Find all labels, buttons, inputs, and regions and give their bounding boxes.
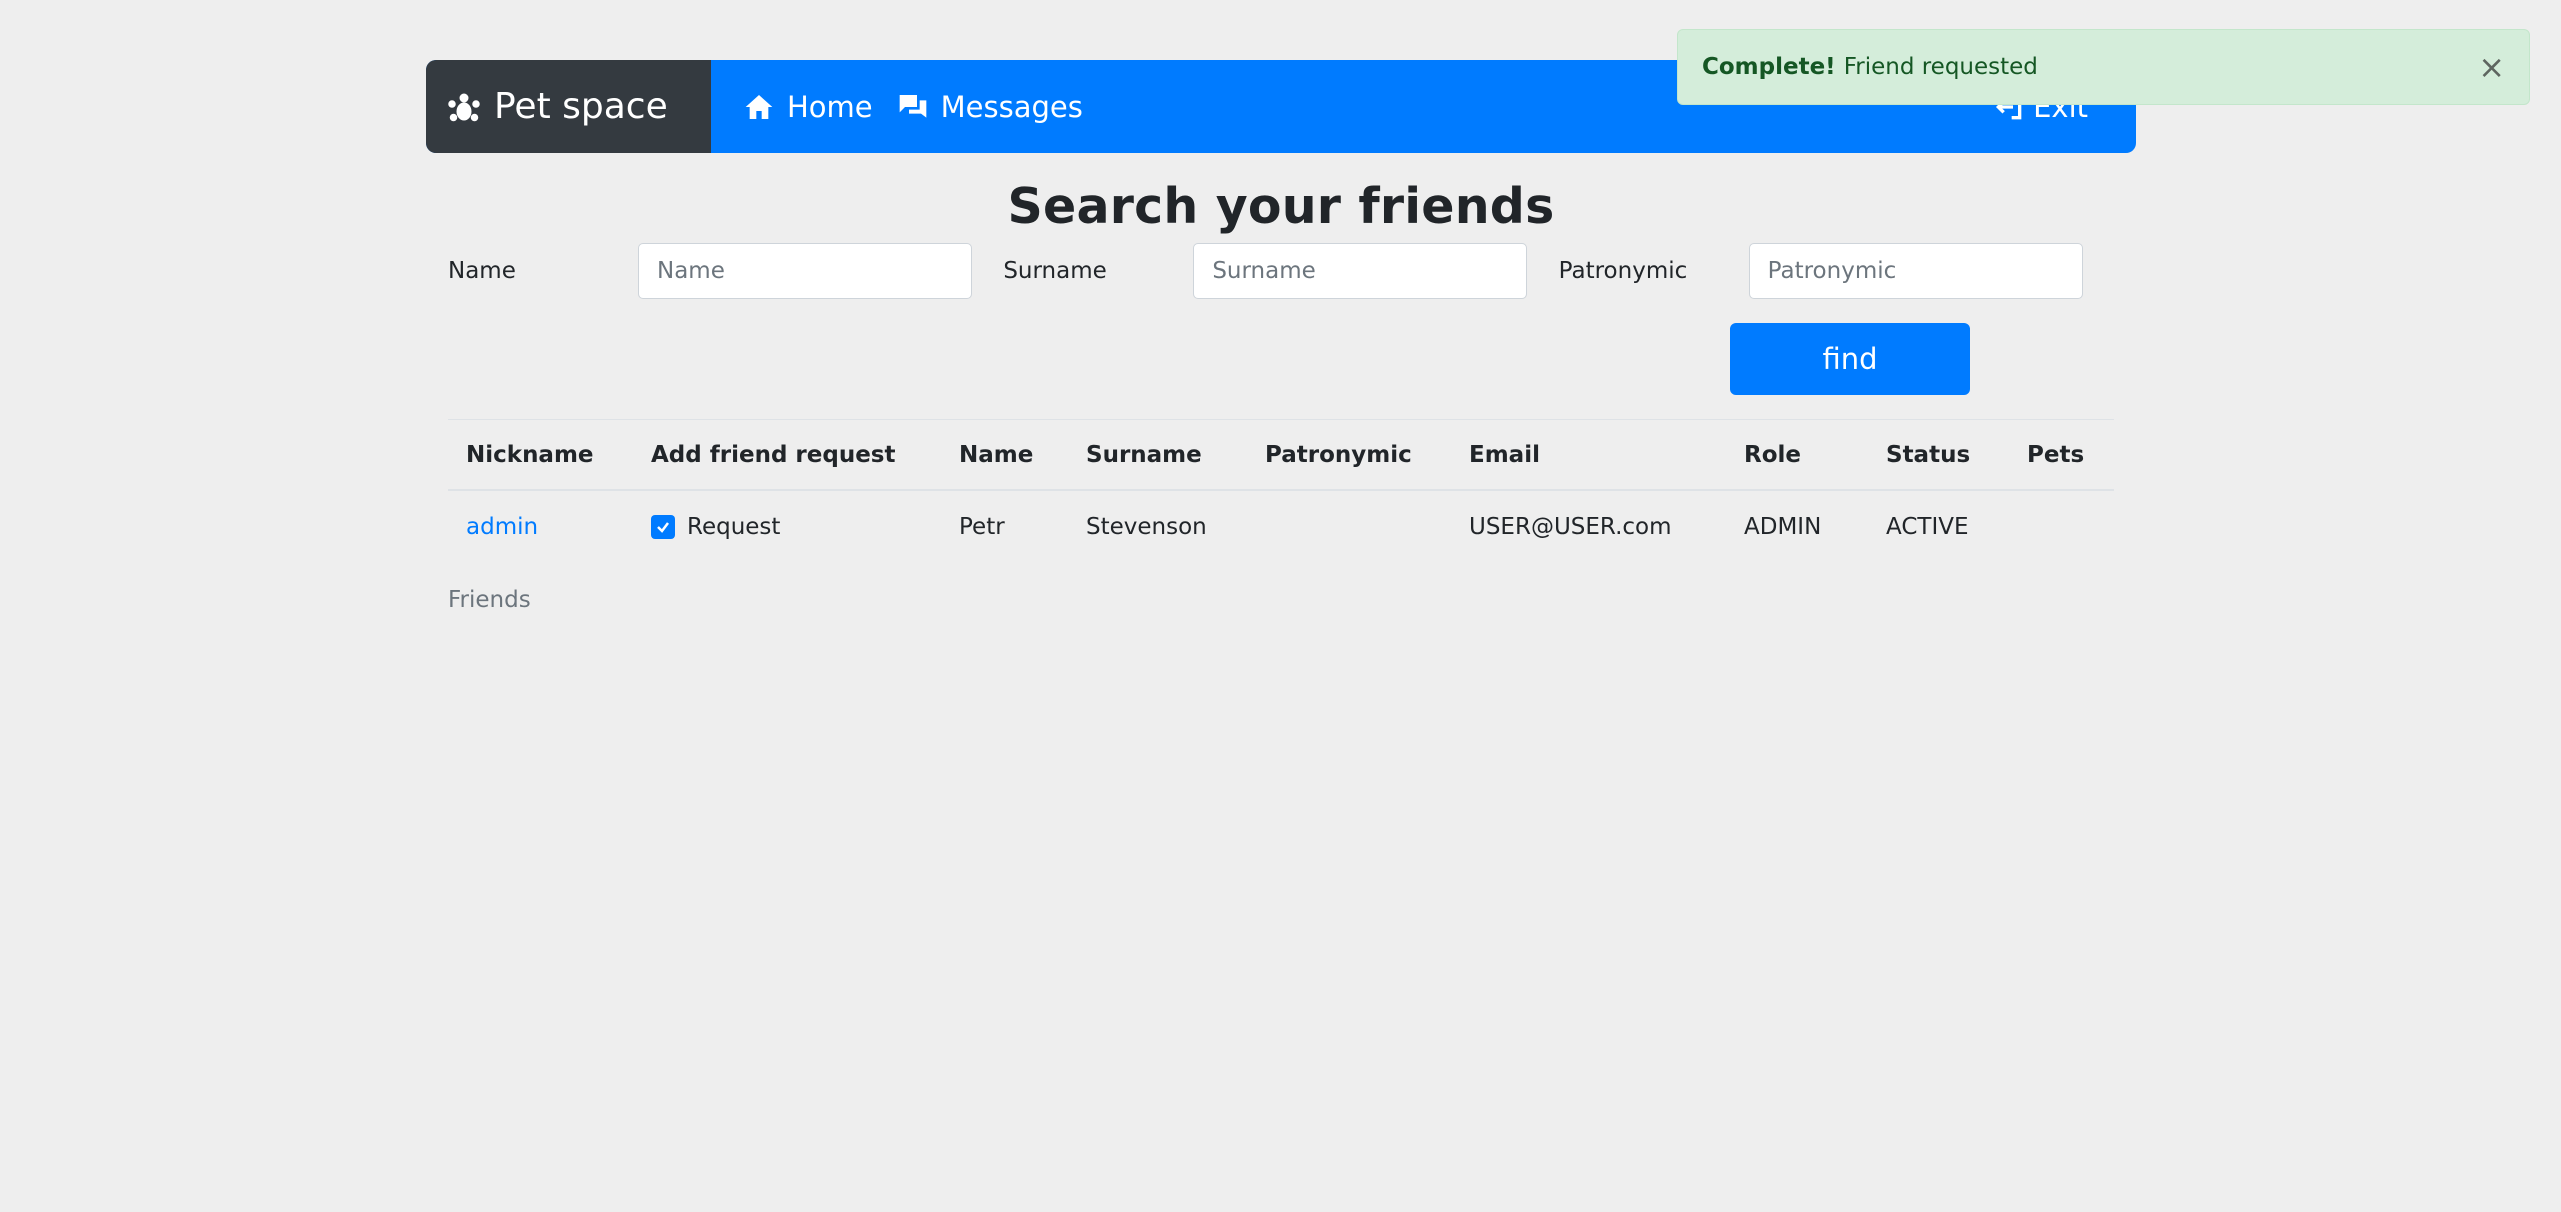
friends-label[interactable]: Friends [448, 587, 2114, 613]
cell-nickname: admin [448, 490, 633, 563]
results-table: Nickname Add friend request Name Surname… [448, 420, 2114, 563]
cell-role: ADMIN [1744, 514, 1822, 540]
brand[interactable]: Pet space [426, 60, 711, 153]
header-add-friend-request: Add friend request [633, 420, 941, 491]
home-icon [745, 94, 773, 119]
cell-surname: Stevenson [1086, 514, 1207, 540]
name-label: Name [448, 258, 516, 284]
header-role: Role [1726, 420, 1868, 491]
surname-label: Surname [1003, 258, 1107, 284]
header-status: Status [1868, 420, 2009, 491]
search-form: Name Surname Patronymic [426, 243, 2136, 299]
request-label: Request [687, 514, 781, 540]
cell-request: Request [633, 490, 941, 563]
patronymic-field-group: Patronymic [1559, 243, 2114, 299]
brand-label: Pet space [494, 86, 668, 127]
nav-home-label: Home [787, 89, 873, 124]
name-input[interactable] [638, 243, 972, 299]
header-name: Name [941, 420, 1068, 491]
check-icon [657, 522, 669, 533]
chat-icon [899, 94, 926, 118]
name-field-group: Name [448, 243, 1003, 299]
toast-title: Complete! [1702, 54, 1836, 80]
nav-home[interactable]: Home [743, 90, 873, 124]
surname-input[interactable] [1193, 243, 1528, 299]
nav-messages[interactable]: Messages [897, 90, 1083, 124]
header-patronymic: Patronymic [1247, 420, 1451, 491]
cell-email: USER@USER.com [1469, 514, 1672, 540]
header-surname: Surname [1068, 420, 1247, 491]
results-table-wrapper: Nickname Add friend request Name Surname… [448, 419, 2114, 563]
nav-messages-label: Messages [940, 89, 1083, 124]
app-container: Pet space Home Messages Exit Search your… [426, 60, 2136, 613]
success-toast: Complete! Friend requested × [1677, 29, 2530, 105]
cell-pets [2009, 490, 2114, 563]
toast-message: Friend requested [1843, 54, 2038, 80]
header-pets: Pets [2009, 420, 2114, 491]
close-icon[interactable]: × [2478, 51, 2505, 83]
request-toggle[interactable]: Request [651, 491, 923, 563]
request-checkbox[interactable] [651, 515, 675, 539]
page-title: Search your friends [1007, 178, 1555, 235]
patronymic-label: Patronymic [1558, 258, 1688, 284]
find-row: find [426, 323, 2136, 395]
surname-field-group: Surname [1003, 243, 1558, 299]
header-email: Email [1451, 420, 1726, 491]
table-row: admin Request Petr Stevenson USER@USER.c… [448, 490, 2114, 563]
patronymic-input[interactable] [1748, 243, 2083, 299]
cell-status: ACTIVE [1886, 514, 1969, 540]
cell-patronymic [1247, 490, 1451, 563]
table-header-row: Nickname Add friend request Name Surname… [448, 420, 2114, 491]
paw-icon [448, 93, 480, 121]
nickname-link[interactable]: admin [466, 514, 538, 540]
header-nickname: Nickname [448, 420, 633, 491]
find-button[interactable]: find [1730, 323, 1970, 395]
cell-name: Petr [959, 514, 1005, 540]
